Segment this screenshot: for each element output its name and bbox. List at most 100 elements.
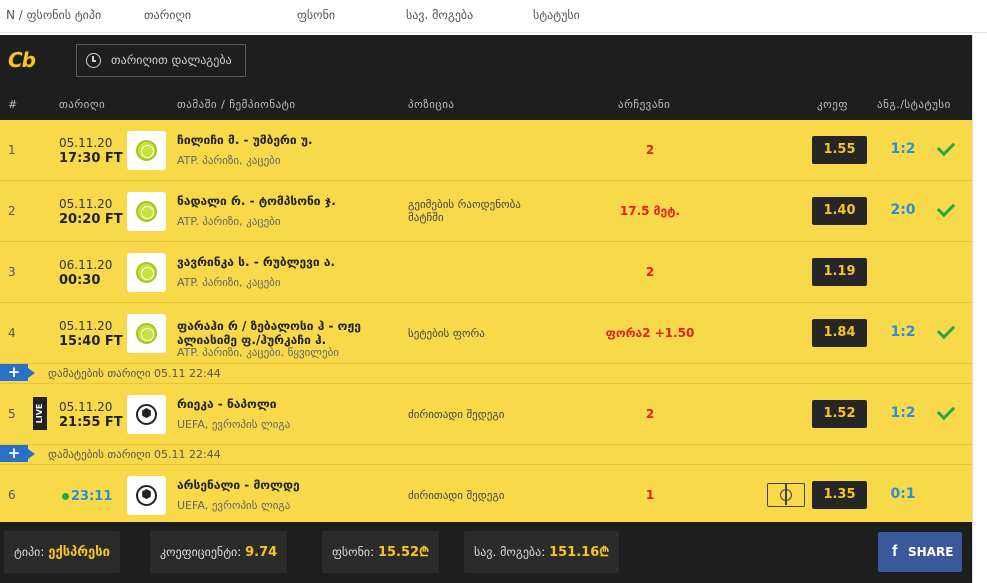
col-num-type-header: N / ფსონის ტიპი: [6, 8, 102, 22]
row-number: 5: [8, 407, 16, 421]
added-date-text: დამატების თარიღი 05.11 22:44: [48, 448, 221, 461]
sport-icon-box: [127, 131, 166, 170]
expand-plus-button[interactable]: +: [0, 445, 35, 462]
tennis-icon: [136, 262, 157, 283]
won-check-icon: [937, 320, 959, 342]
summary-win: სავ. მოგება: 151.16₾: [464, 531, 620, 573]
th-date: თარიღი: [59, 98, 106, 111]
brand-logo: Cb: [8, 48, 36, 72]
row-odds: 1.84: [812, 319, 867, 347]
row-date: 05.11.20: [59, 136, 113, 150]
row-live-time: 23:11: [62, 489, 112, 504]
won-check-icon: [937, 401, 959, 423]
row-teams[interactable]: არსენალი - მოლდე: [177, 478, 300, 492]
row-odds: 1.35: [812, 481, 867, 509]
row-league: UEFA, ევროპის ლიგა: [177, 499, 291, 512]
football-icon: ⬢: [136, 485, 157, 506]
row-teams[interactable]: ნადალი რ. - ტომპსონი ჯ.: [177, 194, 336, 208]
sport-icon-box: [127, 192, 166, 231]
summary-type-value: ექსპრესი: [48, 545, 110, 560]
date-sort-label: თარიღით დალაგება: [111, 53, 232, 67]
in-play-dot-icon: [62, 493, 69, 500]
row-teams[interactable]: რიეკა - ნაპოლი: [177, 397, 276, 411]
row-odds: 1.40: [812, 197, 867, 225]
sport-icon-box: [127, 253, 166, 292]
summary-type: ტიპი: ექსპრესი: [4, 531, 120, 573]
clock-icon: [86, 53, 101, 68]
row-league: ATP. პარიზი, კაცები: [177, 276, 281, 289]
row-odds: 1.19: [812, 258, 867, 286]
row-odds: 1.55: [812, 136, 867, 164]
row-date: 06.11.20: [59, 258, 113, 272]
sport-icon-box: ⬢: [127, 395, 166, 434]
row-pick: 1: [645, 488, 655, 502]
row-market: ძირითადი შედეგი: [408, 489, 505, 502]
th-result: ანგ./სტატუსი: [877, 98, 951, 111]
col-win-header: სავ. მოგება: [406, 8, 474, 22]
row-date: 05.11.20: [59, 319, 113, 333]
share-label: SHARE: [908, 545, 954, 559]
row-time: 00:30: [59, 273, 101, 288]
row-date: 05.11.20: [59, 197, 113, 211]
row-market: გეიმების რაოდენობა მატჩში: [408, 198, 521, 224]
col-status-header: სტატუსი: [533, 8, 580, 22]
top-header: N / ფსონის ტიპი თარიღი ფსონი სავ. მოგება…: [0, 0, 987, 33]
row-teams[interactable]: ჩილიჩი მ. - უმბერი უ.: [177, 133, 313, 147]
row-score: 1:2: [890, 141, 916, 157]
tennis-icon: [136, 140, 157, 161]
table-row: 1 05.11.20 17:30 FT ჩილიჩი მ. - უმბერი უ…: [0, 120, 972, 181]
match-field-icon[interactable]: [767, 483, 805, 507]
col-stake-header: ფსონი: [297, 8, 336, 22]
th-event: თამაში / ჩემპიონატი: [177, 98, 296, 111]
live-badge: LIVE: [33, 397, 47, 430]
row-pick: ფორა2 +1.50: [605, 326, 695, 340]
row-number: 2: [8, 204, 16, 218]
football-icon: ⬢: [136, 404, 157, 425]
added-date-bar: + დამატების თარიღი 05.11 22:44: [0, 445, 972, 465]
row-number: 4: [8, 326, 16, 340]
scrollbar[interactable]: [972, 35, 987, 583]
summary-win-value: 151.16₾: [549, 545, 610, 560]
won-check-icon: [937, 198, 959, 220]
table-row: 6 23:11 ⬢ არსენალი - მოლდე UEFA, ევროპის…: [0, 465, 972, 526]
tennis-icon: [136, 201, 157, 222]
table-row: 5 LIVE 05.11.20 21:55 FT ⬢ რიეკა - ნაპოლ…: [0, 384, 972, 445]
row-teams[interactable]: ფარაჰი რ / ზებალოსი ჰ - ოჟე ალიასიმე ფ./…: [177, 319, 397, 347]
bet-summary-footer: ტიპი: ექსპრესი კოეფიციენტი: 9.74 ფსონი: …: [0, 522, 972, 583]
row-score: 1:2: [890, 405, 916, 421]
sport-icon-box: ⬢: [127, 476, 166, 515]
th-market: პოზიცია: [408, 98, 455, 111]
table-row: 3 06.11.20 00:30 ვავრინკა ს. - რუბლევი ა…: [0, 242, 972, 303]
row-pick: 2: [645, 143, 655, 157]
row-pick: 17.5 მეტ.: [619, 204, 681, 218]
added-date-bar: + დამატების თარიღი 05.11 22:44: [0, 364, 972, 384]
date-sort-button[interactable]: თარიღით დალაგება: [76, 44, 246, 77]
summary-coefficient-value: 9.74: [245, 545, 278, 560]
row-market: ძირითადი შედეგი: [408, 408, 505, 421]
row-score: 1:2: [890, 324, 916, 340]
facebook-icon: f: [892, 543, 898, 560]
won-check-icon: [937, 137, 959, 159]
row-league: UEFA, ევროპის ლიგა: [177, 418, 291, 431]
facebook-share-button[interactable]: f SHARE: [878, 532, 962, 572]
row-market: სეტების ფორა: [408, 327, 485, 340]
row-pick: 2: [645, 265, 655, 279]
row-score: 2:0: [890, 202, 916, 218]
tennis-icon: [136, 323, 157, 344]
th-odds: კოეფ: [817, 98, 848, 111]
sport-icon-box: [127, 314, 166, 353]
row-teams[interactable]: ვავრინკა ს. - რუბლევი ა.: [177, 255, 335, 269]
table-row: 2 05.11.20 20:20 FT ნადალი რ. - ტომპსონი…: [0, 181, 972, 242]
table-row: 4 05.11.20 15:40 FT ფარაჰი რ / ზებალოსი …: [0, 303, 972, 364]
row-date: 05.11.20: [59, 400, 113, 414]
row-time: 20:20 FT: [59, 212, 123, 227]
table-header: # თარიღი თამაში / ჩემპიონატი პოზიცია არჩ…: [0, 90, 972, 120]
row-time: 21:55 FT: [59, 415, 123, 430]
added-date-text: დამატების თარიღი 05.11 22:44: [48, 367, 221, 380]
summary-coefficient: კოეფიციენტი: 9.74: [150, 531, 288, 573]
expand-plus-button[interactable]: +: [0, 364, 35, 381]
row-league: ATP. პარიზი, კაცები. წყვილები: [177, 346, 339, 359]
summary-stake: ფსონი: 15.52₾: [322, 531, 440, 573]
row-number: 3: [8, 265, 16, 279]
row-league: ATP. პარიზი, კაცები: [177, 215, 281, 228]
